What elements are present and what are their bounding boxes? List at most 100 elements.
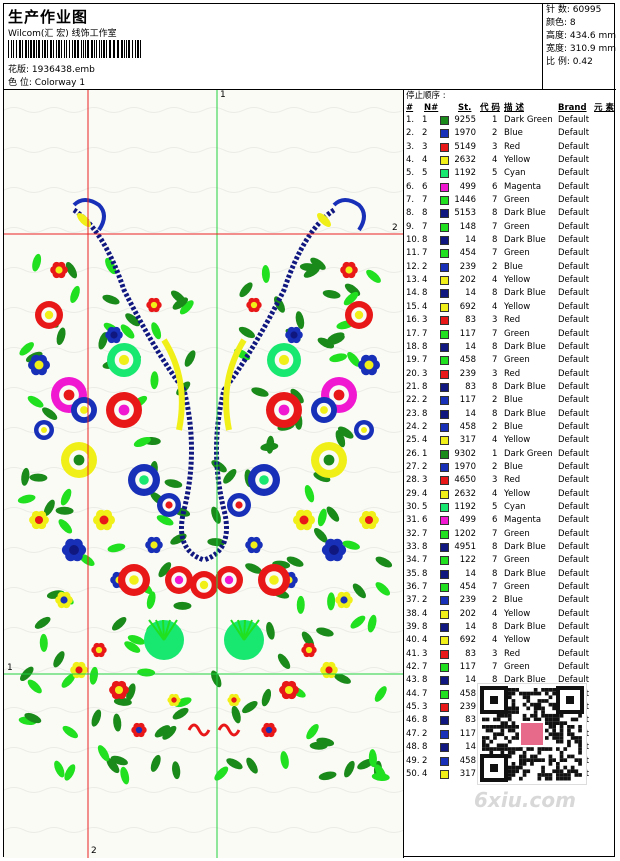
row-needle: 8 (422, 542, 428, 552)
color-swatch (440, 142, 449, 152)
row-needle: 7 (422, 688, 428, 699)
row-stitches: 202 (459, 608, 476, 619)
row-stitches: 14 (465, 341, 476, 352)
color-swatch (440, 276, 449, 286)
row-number: 8. (406, 208, 415, 219)
row-stitches: 458 (459, 755, 476, 766)
row-needle: 7 (422, 355, 428, 366)
color-swatch (440, 382, 449, 392)
row-number: 46. (406, 715, 420, 726)
row-stitches: 83 (465, 315, 476, 326)
row-description: Green (504, 195, 530, 206)
row-code: 6 (492, 181, 498, 192)
table-row: 41. 3 83 3 Red Default (404, 648, 616, 661)
row-brand: Default (558, 448, 590, 459)
row-number: 11. (406, 248, 420, 259)
row-needle: 8 (422, 341, 428, 352)
color-swatch (440, 422, 449, 432)
color-swatch (440, 196, 449, 206)
row-brand: Default (558, 115, 590, 125)
row-number: 44. (406, 688, 420, 699)
row-needle: 4 (422, 155, 428, 166)
table-row: 26. 1 9302 1 Dark Green Default (404, 448, 616, 461)
row-description: Yellow (504, 635, 531, 646)
table-row: 28. 3 4650 3 Red Default (404, 474, 616, 487)
row-stitches: 2632 (454, 488, 476, 499)
qr-code-icon (477, 683, 587, 785)
row-stitches: 122 (459, 555, 476, 566)
row-needle: 8 (422, 622, 428, 633)
color-swatch (440, 289, 449, 299)
row-stitches: 1192 (454, 168, 476, 179)
row-number: 42. (406, 662, 420, 673)
row-brand: Default (558, 248, 590, 259)
color-swatch (440, 769, 449, 779)
color-swatch (440, 236, 449, 246)
row-needle: 3 (422, 702, 428, 713)
table-row: 21. 8 83 8 Dark Blue Default (404, 381, 616, 394)
color-swatch (440, 396, 449, 406)
row-brand: Default (558, 155, 590, 166)
row-code: 8 (492, 341, 498, 352)
table-row: 15. 4 692 4 Yellow Default (404, 301, 616, 314)
row-code: 4 (492, 635, 498, 646)
row-description: Green (504, 582, 530, 593)
row-needle: 3 (422, 648, 428, 659)
row-code: 1 (492, 448, 498, 459)
row-number: 40. (406, 635, 420, 646)
table-row: 16. 3 83 3 Red Default (404, 314, 616, 327)
row-brand: Default (558, 528, 590, 539)
row-number: 29. (406, 488, 420, 499)
stitch-count: 针 数: 60995 (546, 5, 602, 15)
row-needle: 8 (422, 408, 428, 419)
stop-sequence-title: 停止顺序 : (406, 91, 446, 101)
color-swatch (440, 462, 449, 472)
table-row: 4. 4 2632 4 Yellow Default (404, 154, 616, 167)
row-needle: 7 (422, 328, 428, 339)
row-description: Yellow (504, 155, 531, 166)
row-description: Red (504, 475, 521, 486)
row-number: 28. (406, 475, 420, 486)
color-swatch (440, 169, 449, 179)
table-row: 27. 2 1970 2 Blue Default (404, 461, 616, 474)
row-description: Yellow (504, 435, 531, 446)
row-brand: Default (558, 368, 590, 379)
row-stitches: 148 (459, 221, 476, 232)
row-stitches: 239 (459, 702, 476, 713)
color-swatch (440, 502, 449, 512)
guide-mark-v1: 1 (220, 90, 226, 100)
row-needle: 2 (422, 395, 428, 406)
color-swatch (440, 342, 449, 352)
row-brand: Default (558, 141, 590, 152)
row-description: Red (504, 141, 521, 152)
row-stitches: 14 (465, 235, 476, 246)
row-stitches: 1970 (454, 461, 476, 472)
row-brand: Default (558, 648, 590, 659)
row-description: Blue (504, 261, 523, 272)
row-stitches: 117 (459, 395, 476, 406)
guide-mark-h2: 2 (392, 223, 398, 233)
row-stitches: 14 (465, 675, 476, 686)
row-description: Green (504, 221, 530, 232)
table-row: 25. 4 317 4 Yellow Default (404, 434, 616, 447)
table-row: 10. 8 14 8 Dark Blue Default (404, 234, 616, 247)
row-stitches: 83 (465, 381, 476, 392)
row-description: Dark Blue (504, 341, 546, 352)
row-stitches: 9255 (454, 115, 476, 125)
row-description: Cyan (504, 501, 526, 512)
col-brand: Brand (558, 103, 587, 113)
row-needle: 2 (422, 128, 428, 139)
row-description: Red (504, 648, 521, 659)
row-description: Blue (504, 128, 523, 139)
row-code: 7 (492, 582, 498, 593)
col-stitches: St. (458, 103, 472, 113)
color-swatch (440, 222, 449, 232)
row-number: 7. (406, 195, 415, 206)
row-stitches: 117 (459, 328, 476, 339)
row-code: 7 (492, 528, 498, 539)
colorway-value: Colorway 1 (34, 78, 86, 88)
color-swatch (440, 249, 449, 259)
row-description: Yellow (504, 488, 531, 499)
col-element: 元 素 (594, 103, 614, 113)
table-row: 42. 7 117 7 Green Default (404, 661, 616, 674)
